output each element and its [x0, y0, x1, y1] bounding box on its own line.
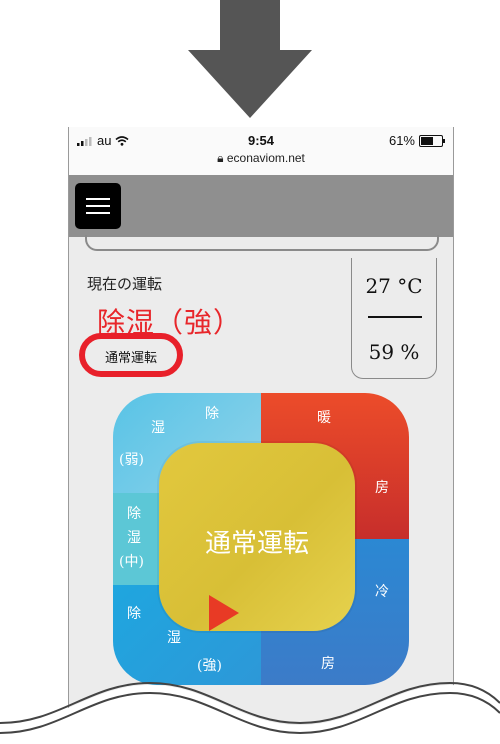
down-arrow-icon	[188, 0, 312, 118]
battery-icon	[419, 134, 445, 147]
dry-weak-label-1: 湿	[151, 420, 165, 436]
heat-label-2: 房	[375, 480, 389, 496]
center-button-label: 通常運転	[204, 529, 309, 559]
dry-strong-label-1: 除	[127, 606, 141, 622]
site-header	[69, 175, 453, 237]
page-url: econaviom.net	[226, 151, 305, 165]
mode-dial: 湿 除 (弱) 暖 房 除 湿 (中) 冷 房 除 湿 (強) 通常運転	[113, 393, 409, 685]
sub-mode-text: 通常運転	[104, 351, 157, 366]
lock-icon: 🔒︎	[217, 151, 224, 165]
previous-card-edge	[85, 235, 439, 251]
environment-panel: 27 °C 59 %	[351, 258, 437, 379]
dry-mid-label-3: (中)	[119, 554, 144, 570]
play-icon	[209, 595, 239, 631]
battery-fill	[421, 136, 434, 145]
humidity-value: 59 %	[368, 340, 420, 364]
temperature-value: 27 °C	[365, 274, 423, 298]
sub-mode-badge: 通常運転	[79, 333, 183, 377]
dry-strong-label-2: 湿	[167, 630, 181, 646]
dry-weak-label-3: (弱)	[119, 452, 144, 468]
normal-operation-button[interactable]: 通常運転	[159, 443, 355, 631]
phone-screen: au 9:54 🔒︎ econaviom.net 61% 現在の運転 除湿（強）	[68, 127, 454, 744]
status-bar: au 9:54 🔒︎ econaviom.net 61%	[69, 127, 453, 175]
dry-mid-label-2: 湿	[127, 530, 141, 546]
dry-weak-label-2: 除	[205, 406, 219, 422]
cool-label-1: 冷	[375, 584, 389, 600]
address-bar[interactable]: 🔒︎ econaviom.net	[69, 151, 453, 166]
battery-percent: 61%	[388, 133, 415, 148]
divider	[368, 316, 422, 318]
torn-edge-wave	[0, 681, 500, 744]
dry-mid-label-1: 除	[127, 506, 141, 522]
battery-indicator: 61%	[388, 133, 445, 148]
hamburger-menu-button[interactable]	[75, 183, 121, 229]
heat-label-1: 暖	[317, 410, 331, 426]
current-operation-label: 現在の運転	[87, 275, 163, 293]
